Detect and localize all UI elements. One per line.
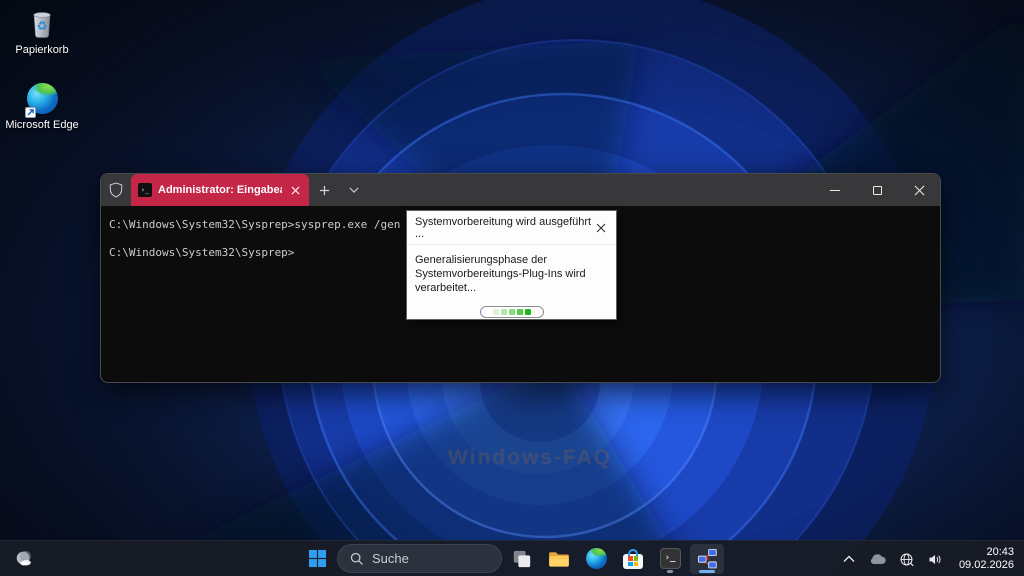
desktop-icon-recycle-bin[interactable]: ♻ Papierkorb	[3, 5, 81, 56]
new-tab-button[interactable]	[309, 174, 339, 206]
tab-close-icon[interactable]	[288, 183, 302, 197]
sysprep-dialog-title: Systemvorbereitung wird ausgeführt ...	[415, 216, 593, 240]
progress-marquee-block	[493, 309, 499, 315]
microsoft-store-button[interactable]	[616, 544, 650, 574]
file-explorer-icon	[548, 550, 570, 568]
minimize-button[interactable]	[814, 174, 856, 206]
admin-shield-icon	[101, 174, 131, 206]
network-status-button[interactable]	[897, 546, 917, 572]
progress-marquee-block	[525, 309, 531, 315]
task-view-icon	[512, 549, 532, 569]
progress-marquee-block	[509, 309, 515, 315]
onedrive-status-button[interactable]	[868, 546, 888, 572]
terminal-titlebar[interactable]: ›_ Administrator: Eingabeaufforderung	[101, 174, 940, 206]
terminal-tab-admin-cmd[interactable]: ›_ Administrator: Eingabeaufforderung	[131, 174, 309, 206]
speaker-icon	[928, 553, 943, 566]
sysprep-dialog-message: Generalisierungsphase der Systemvorberei…	[407, 245, 616, 295]
wallpaper-watermark: Windows-FAQ	[448, 446, 612, 470]
moon-cloud-weather-icon	[14, 549, 34, 569]
recycle-bin-icon: ♻	[26, 5, 58, 41]
globe-no-internet-icon	[899, 552, 914, 567]
edge-button[interactable]	[579, 544, 613, 574]
widgets-weather-button[interactable]	[10, 546, 38, 572]
file-explorer-button[interactable]	[542, 544, 576, 574]
start-button[interactable]	[300, 544, 334, 574]
desktop-icon-label: Papierkorb	[15, 44, 68, 56]
sysprep-icon	[697, 548, 718, 569]
sysprep-progress-bar	[480, 306, 544, 318]
sysprep-dialog-titlebar[interactable]: Systemvorbereitung wird ausgeführt ...	[407, 211, 616, 245]
cmd-icon: ›_	[138, 183, 152, 197]
search-icon	[350, 552, 364, 566]
taskbar-clock[interactable]: 20:43 09.02.2026	[955, 546, 1018, 572]
taskbar-center-group: Suche	[300, 544, 724, 574]
progress-marquee-block	[501, 309, 507, 315]
clock-time: 20:43	[959, 546, 1014, 559]
hidden-icons-button[interactable]	[839, 546, 859, 572]
terminal-icon: ›_	[660, 548, 681, 569]
maximize-button[interactable]	[856, 174, 898, 206]
tab-dropdown-button[interactable]	[339, 174, 369, 206]
search-placeholder: Suche	[372, 551, 409, 566]
windows-logo-icon	[308, 549, 327, 568]
titlebar-drag-area[interactable]	[369, 174, 814, 206]
system-tray: 20:43 09.02.2026	[839, 541, 1018, 576]
tab-title: Administrator: Eingabeaufforderung	[158, 184, 282, 196]
edge-icon	[586, 548, 607, 569]
task-view-button[interactable]	[505, 544, 539, 574]
close-button[interactable]	[898, 174, 940, 206]
taskbar: Suche	[0, 540, 1024, 576]
svg-text:♻: ♻	[37, 19, 48, 33]
progress-marquee-block	[517, 309, 523, 315]
desktop-icon-label: Microsoft Edge	[5, 119, 78, 131]
clock-date: 09.02.2026	[959, 559, 1014, 572]
active-indicator	[699, 570, 715, 573]
terminal-taskbar-button[interactable]: ›_	[653, 544, 687, 574]
chevron-up-icon	[843, 555, 855, 563]
sysprep-dialog: Systemvorbereitung wird ausgeführt ... G…	[406, 210, 617, 320]
desktop: Windows-FAQ ♻ Papierkorb Microsoft Edge	[0, 0, 1024, 576]
sysprep-dialog-close-icon[interactable]	[593, 220, 609, 236]
running-indicator	[667, 570, 673, 573]
edge-icon	[27, 80, 58, 116]
sysprep-taskbar-button[interactable]	[690, 544, 724, 574]
volume-button[interactable]	[926, 546, 946, 572]
onedrive-cloud-icon	[869, 553, 887, 565]
taskbar-search-box[interactable]: Suche	[337, 544, 502, 573]
desktop-icon-microsoft-edge[interactable]: Microsoft Edge	[3, 80, 81, 131]
microsoft-store-icon	[623, 549, 643, 569]
shortcut-arrow-icon	[25, 107, 36, 118]
